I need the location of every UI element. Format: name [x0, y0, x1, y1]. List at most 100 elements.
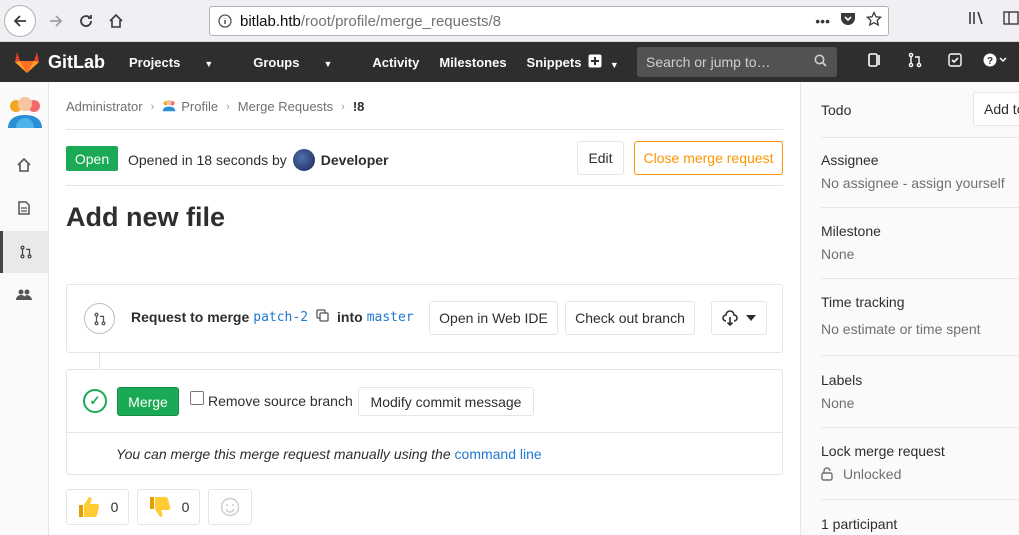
- home-icon: [109, 13, 123, 28]
- assignee-value[interactable]: No assignee - assign yourself: [821, 175, 1019, 191]
- nav-projects[interactable]: Projects ▼: [129, 55, 233, 70]
- request-prefix: Request to merge: [131, 309, 250, 325]
- avatar[interactable]: [292, 149, 315, 171]
- arrow-right-icon: [50, 15, 63, 27]
- breadcrumb-current[interactable]: !8: [353, 99, 365, 114]
- remove-source-branch-checkbox[interactable]: [190, 391, 204, 405]
- issues-icon[interactable]: [855, 52, 895, 72]
- gitlab-header: GitLab Projects ▼ Groups ▼ Activity Milest…: [0, 42, 1019, 82]
- merge-request-icon: [19, 245, 32, 259]
- unlock-icon: [821, 467, 833, 481]
- divider: [67, 432, 782, 433]
- breadcrumb-profile[interactable]: Profile: [181, 99, 218, 114]
- todos-icon[interactable]: [935, 52, 975, 72]
- thumbsdown-count: 0: [181, 499, 190, 515]
- copy-icon[interactable]: [316, 309, 329, 325]
- tanuki-icon: [15, 52, 39, 73]
- participants-count: 1 participant: [821, 516, 898, 532]
- gitlab-logo[interactable]: GitLab: [14, 50, 105, 74]
- sidebar-item-merge-requests[interactable]: [0, 231, 48, 273]
- thumbsup-award-button[interactable]: 0: [66, 489, 129, 525]
- chevron-right-icon: ›: [341, 100, 345, 113]
- nav-snippets[interactable]: Snippets: [527, 55, 582, 70]
- opened-text: Opened in 18 seconds by: [128, 152, 287, 168]
- merge-requests-icon[interactable]: [895, 52, 935, 72]
- author-name[interactable]: Developer: [321, 152, 389, 168]
- merge-button[interactable]: Merge: [117, 387, 179, 416]
- command-line-link[interactable]: command line: [455, 446, 542, 462]
- star-icon[interactable]: [865, 10, 883, 30]
- top-nav: Projects ▼ Groups ▼ Activity Milestones Sn…: [129, 42, 601, 82]
- open-web-ide-button[interactable]: Open in Web IDE: [429, 301, 558, 335]
- svg-text:?: ?: [987, 56, 993, 67]
- time-tracking-value: No estimate or time spent: [821, 321, 981, 337]
- project-avatar[interactable]: [6, 92, 44, 130]
- assignee-block: Assignee No assignee - assign yourself: [821, 152, 1019, 208]
- search-input[interactable]: Search or jump to…: [637, 47, 837, 77]
- check-out-branch-button[interactable]: Check out branch: [565, 301, 695, 335]
- nav-groups[interactable]: Groups ▼: [253, 55, 352, 70]
- breadcrumb-merge-requests[interactable]: Merge Requests: [238, 99, 333, 114]
- back-button[interactable]: [4, 5, 36, 37]
- url-bar[interactable]: bitlab.htb/root/profile/merge_requests/8…: [209, 6, 889, 36]
- chevron-down-icon: ▼: [323, 58, 333, 69]
- request-to-merge: Request to merge patch-2 into master: [131, 309, 414, 325]
- opened-info: Opened in 18 seconds by Developer: [128, 149, 388, 171]
- browser-toolbar: bitlab.htb/root/profile/merge_requests/8…: [0, 0, 1019, 42]
- modify-commit-message-button[interactable]: Modify commit message: [358, 387, 534, 416]
- widget-connector: [99, 353, 100, 370]
- pocket-icon[interactable]: [840, 12, 856, 29]
- source-branch[interactable]: patch-2: [253, 310, 308, 325]
- sidebar-item-repository[interactable]: [0, 187, 48, 229]
- url-host: bitlab.htb: [240, 12, 301, 30]
- check-circle-icon: ✓: [83, 389, 107, 413]
- chevron-right-icon: ›: [150, 100, 155, 113]
- lock-title: Lock merge request: [821, 443, 945, 459]
- thumbsdown-icon: [149, 497, 170, 517]
- chevron-down-icon: ▼: [204, 58, 214, 69]
- target-branch[interactable]: master: [367, 310, 414, 325]
- nav-activity[interactable]: Activity: [372, 55, 419, 70]
- merge-request-icon: [84, 303, 115, 334]
- sidebar-item-project[interactable]: [0, 144, 48, 186]
- add-todo-button[interactable]: Add todo: [973, 92, 1019, 126]
- more-dots-icon[interactable]: •••: [815, 13, 830, 29]
- sidebar-item-members[interactable]: [0, 274, 48, 316]
- left-sidebar: [0, 82, 49, 535]
- info-icon[interactable]: [210, 14, 240, 28]
- caret-down-icon: [746, 315, 756, 321]
- mr-widget-body: ✓ Merge Remove source branch Modify comm…: [66, 369, 783, 475]
- gitlab-brand: GitLab: [48, 51, 105, 72]
- download-dropdown-button[interactable]: [711, 301, 767, 335]
- reload-button[interactable]: [71, 6, 101, 36]
- breadcrumb-administrator[interactable]: Administrator: [66, 99, 143, 114]
- nav-milestones[interactable]: Milestones: [439, 55, 506, 70]
- help-icon[interactable]: ?: [975, 52, 1015, 72]
- right-sidebar: Todo Add todo Assignee No assignee - ass…: [800, 82, 1019, 535]
- thumbsdown-award-button[interactable]: 0: [137, 489, 200, 525]
- time-tracking-block: Time tracking No estimate or time spent: [821, 294, 1019, 356]
- sidebar-toggle-icon[interactable]: [1003, 10, 1019, 30]
- smiley-icon: [220, 497, 240, 517]
- add-reaction-button[interactable]: [208, 489, 252, 525]
- chevron-down-icon: ▼: [609, 60, 619, 70]
- close-merge-request-button[interactable]: Close merge request: [634, 141, 783, 175]
- search-icon: [814, 54, 827, 70]
- breadcrumb: Administrator › Profile › Merge Requests…: [66, 98, 364, 115]
- forward-button[interactable]: [41, 6, 71, 36]
- into-text: into: [337, 309, 363, 325]
- document-icon: [18, 201, 30, 215]
- library-icon[interactable]: [968, 10, 986, 30]
- arrow-left-icon: [13, 15, 26, 27]
- users-icon: [16, 289, 32, 300]
- home-button[interactable]: [101, 6, 131, 36]
- edit-button[interactable]: Edit: [577, 141, 624, 175]
- page-title: Add new file: [66, 202, 226, 232]
- status-badge: Open: [66, 146, 118, 171]
- thumbsup-icon: [78, 497, 99, 517]
- mr-widget-header: Request to merge patch-2 into master Ope…: [66, 284, 783, 353]
- remove-source-branch-label[interactable]: Remove source branch: [208, 393, 353, 409]
- milestone-title: Milestone: [821, 223, 881, 239]
- milestone-value: None: [821, 246, 855, 262]
- new-dropdown[interactable]: ▼: [588, 54, 619, 71]
